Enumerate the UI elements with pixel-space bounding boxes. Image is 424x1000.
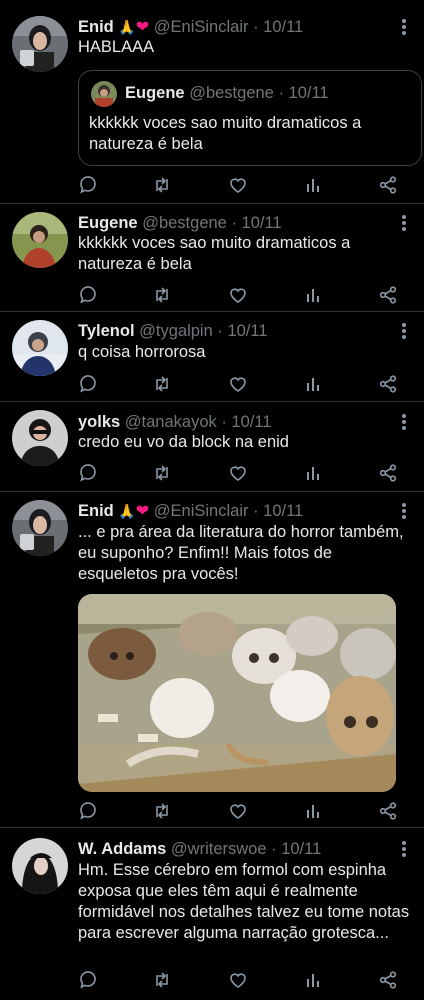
action-bar xyxy=(78,175,398,195)
retweet-icon[interactable] xyxy=(152,175,172,195)
share-icon[interactable] xyxy=(378,374,398,394)
quoted-tweet[interactable]: Eugene @bestgene · 10/11 kkkkkk voces sa… xyxy=(78,70,422,166)
timestamp[interactable]: · 10/11 xyxy=(253,18,303,36)
avatar[interactable] xyxy=(12,500,68,556)
share-icon[interactable] xyxy=(378,285,398,305)
share-icon[interactable] xyxy=(378,463,398,483)
timestamp[interactable]: · 10/11 xyxy=(217,322,267,340)
quote-text: kkkkkk voces sao muito dramaticos a natu… xyxy=(89,114,362,153)
analytics-icon[interactable] xyxy=(304,374,324,394)
heart-emoji: ❤ xyxy=(135,501,150,520)
handle[interactable]: @writerswoe xyxy=(171,840,267,858)
reply-icon[interactable] xyxy=(78,801,98,821)
like-icon[interactable] xyxy=(228,175,248,195)
quote-header: Eugene @bestgene · 10/11 xyxy=(125,84,329,103)
tweet-text: HABLAAA xyxy=(78,38,155,56)
reply-icon[interactable] xyxy=(78,970,98,990)
handle[interactable]: @tanakayok xyxy=(125,413,217,431)
retweet-icon[interactable] xyxy=(152,801,172,821)
more-options-icon[interactable] xyxy=(402,503,406,519)
action-bar xyxy=(78,374,398,394)
tweet[interactable]: Enid 🙏❤ @EniSinclair · 10/11 HABLAAA Eug… xyxy=(0,0,424,204)
timestamp[interactable]: · 10/11 xyxy=(221,413,271,431)
tweet[interactable]: Enid 🙏❤ @EniSinclair · 10/11 ... e pra á… xyxy=(0,492,424,828)
retweet-icon[interactable] xyxy=(152,463,172,483)
tweet-header: yolks @tanakayok · 10/11 xyxy=(78,412,272,432)
tweet-text: q coisa horrorosa xyxy=(78,343,206,361)
display-name[interactable]: Tylenol xyxy=(78,322,135,340)
like-icon[interactable] xyxy=(228,285,248,305)
handle[interactable]: @bestgene xyxy=(142,214,227,232)
more-options-icon[interactable] xyxy=(402,215,406,231)
more-options-icon[interactable] xyxy=(402,323,406,339)
tweet-header: Eugene @bestgene · 10/11 xyxy=(78,213,282,233)
quote-timestamp: · 10/11 xyxy=(278,84,329,102)
timestamp[interactable]: · 10/11 xyxy=(231,214,281,232)
tweet[interactable]: W. Addams @writerswoe · 10/11 Hm. Esse c… xyxy=(0,828,424,1000)
tweet-header: Enid 🙏❤ @EniSinclair · 10/11 xyxy=(78,501,303,522)
more-options-icon[interactable] xyxy=(402,414,406,430)
quote-display-name: Eugene xyxy=(125,84,185,102)
handle[interactable]: @EniSinclair xyxy=(154,18,249,36)
tweet[interactable]: Tylenol @tygalpin · 10/11 q coisa horror… xyxy=(0,312,424,402)
action-bar xyxy=(78,285,398,305)
timestamp[interactable]: · 10/11 xyxy=(271,840,321,858)
analytics-icon[interactable] xyxy=(304,970,324,990)
analytics-icon[interactable] xyxy=(304,285,324,305)
more-options-icon[interactable] xyxy=(402,19,406,35)
like-icon[interactable] xyxy=(228,801,248,821)
display-name[interactable]: yolks xyxy=(78,413,120,431)
heart-emoji: ❤ xyxy=(135,17,150,36)
display-name[interactable]: W. Addams xyxy=(78,840,166,858)
avatar[interactable] xyxy=(12,212,68,268)
tweet[interactable]: Eugene @bestgene · 10/11 kkkkkk voces sa… xyxy=(0,204,424,312)
tweet-media-photo[interactable] xyxy=(78,594,396,792)
action-bar xyxy=(78,970,398,990)
like-icon[interactable] xyxy=(228,463,248,483)
like-icon[interactable] xyxy=(228,970,248,990)
more-options-icon[interactable] xyxy=(402,841,406,857)
reply-icon[interactable] xyxy=(78,285,98,305)
retweet-icon[interactable] xyxy=(152,285,172,305)
analytics-icon[interactable] xyxy=(304,175,324,195)
quote-handle: @bestgene xyxy=(189,84,274,102)
tweet-header: W. Addams @writerswoe · 10/11 xyxy=(78,839,321,859)
avatar[interactable] xyxy=(12,838,68,894)
reply-icon[interactable] xyxy=(78,374,98,394)
reply-icon[interactable] xyxy=(78,463,98,483)
handle[interactable]: @tygalpin xyxy=(139,322,213,340)
share-icon[interactable] xyxy=(378,175,398,195)
handle[interactable]: @EniSinclair xyxy=(154,502,249,520)
avatar[interactable] xyxy=(12,320,68,376)
display-name[interactable]: Eugene xyxy=(78,214,138,232)
action-bar xyxy=(78,463,398,483)
tweet-text: ... e pra área da literatura do horror t… xyxy=(78,523,404,583)
analytics-icon[interactable] xyxy=(304,463,324,483)
tweet-text: kkkkkk voces sao muito dramaticos a natu… xyxy=(78,234,351,273)
pray-emoji: 🙏 xyxy=(118,20,136,36)
avatar[interactable] xyxy=(12,16,68,72)
display-name[interactable]: Enid xyxy=(78,502,114,520)
reply-icon[interactable] xyxy=(78,175,98,195)
action-bar xyxy=(78,801,398,821)
timestamp[interactable]: · 10/11 xyxy=(253,502,303,520)
tweet[interactable]: yolks @tanakayok · 10/11 credo eu vo da … xyxy=(0,402,424,492)
quote-avatar xyxy=(91,81,117,107)
retweet-icon[interactable] xyxy=(152,970,172,990)
share-icon[interactable] xyxy=(378,970,398,990)
tweet-text: Hm. Esse cérebro em formol com espinha e… xyxy=(78,861,410,942)
pray-emoji: 🙏 xyxy=(118,504,136,520)
avatar[interactable] xyxy=(12,410,68,466)
like-icon[interactable] xyxy=(228,374,248,394)
tweet-header: Enid 🙏❤ @EniSinclair · 10/11 xyxy=(78,17,303,38)
tweet-text: credo eu vo da block na enid xyxy=(78,433,289,451)
retweet-icon[interactable] xyxy=(152,374,172,394)
share-icon[interactable] xyxy=(378,801,398,821)
analytics-icon[interactable] xyxy=(304,801,324,821)
tweet-header: Tylenol @tygalpin · 10/11 xyxy=(78,321,268,341)
display-name[interactable]: Enid xyxy=(78,18,114,36)
